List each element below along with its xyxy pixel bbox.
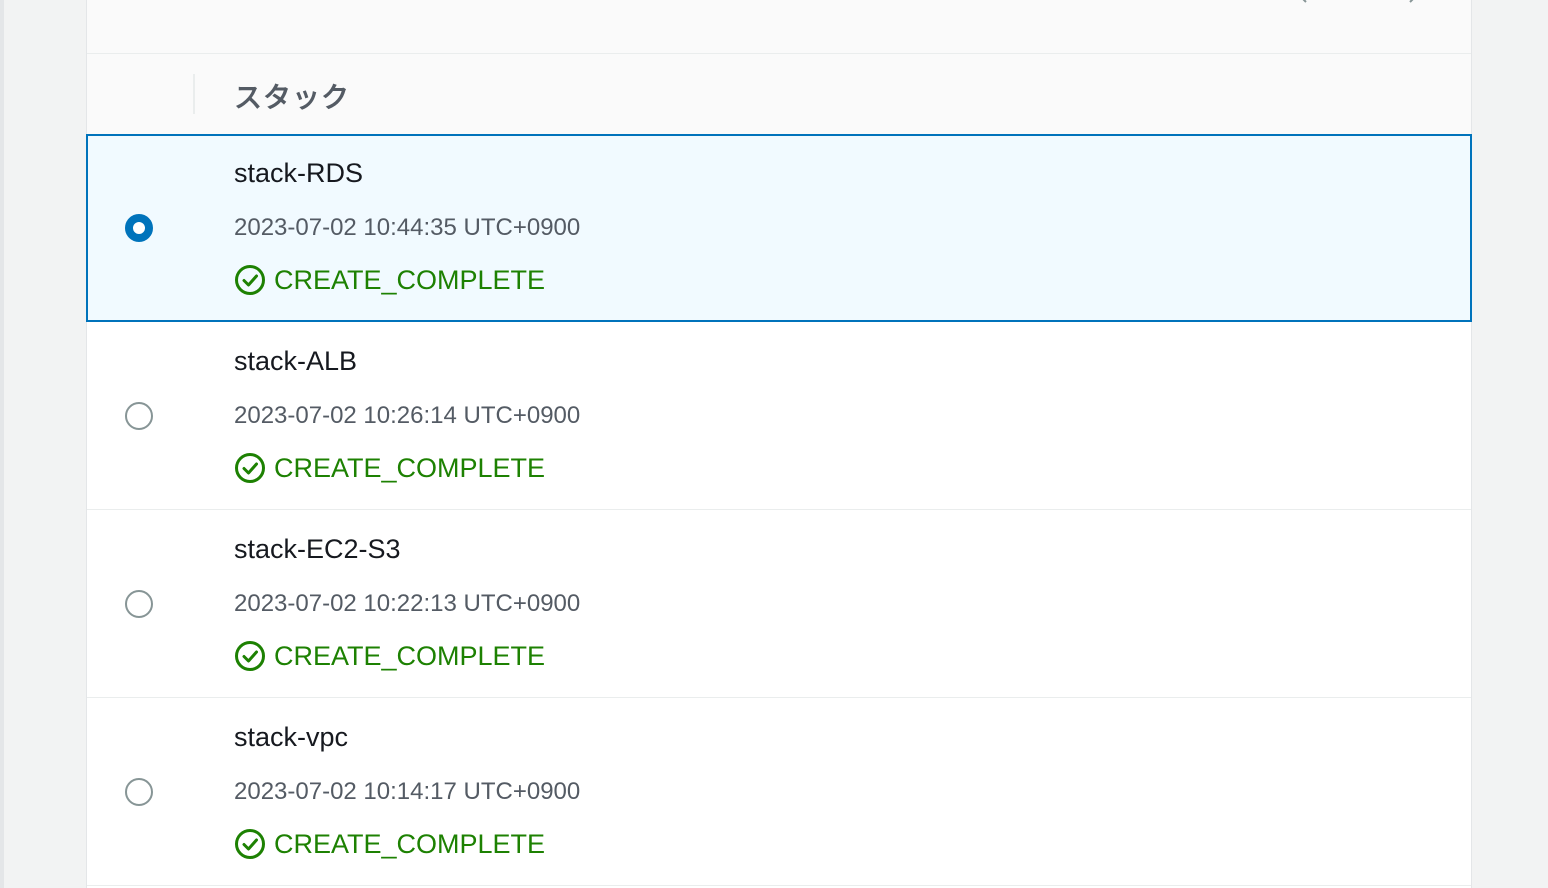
table-row[interactable]: stack-EC2-S3 2023-07-02 10:22:13 UTC+090… [87,510,1471,698]
table-header: スタック [87,54,1471,134]
status-text: CREATE_COMPLETE [274,264,546,295]
check-circle-icon [234,640,266,672]
column-divider [193,74,195,114]
row-radio-button[interactable] [125,778,153,806]
status-text: CREATE_COMPLETE [274,452,546,483]
row-radio-button[interactable] [125,590,153,618]
stack-name: stack-ALB [234,346,358,376]
stack-name: stack-RDS [234,158,364,188]
row-radio-button[interactable] [125,214,153,242]
stack-name: stack-vpc [234,722,349,752]
status-indicator: CREATE_COMPLETE [234,264,545,296]
stack-created-time: 2023-07-02 10:44:35 UTC+0900 [234,214,581,241]
status-indicator: CREATE_COMPLETE [234,828,545,860]
status-text: CREATE_COMPLETE [274,640,546,671]
check-circle-icon [234,452,266,484]
row-radio-button[interactable] [125,402,153,430]
stacks-panel: スタック stack-RDS 2023-07-02 10:44:35 UTC+0… [86,0,1472,888]
chevron-left-icon[interactable] [1295,0,1311,4]
stack-name: stack-EC2-S3 [234,534,401,564]
column-header-stack: スタック [234,82,351,113]
check-circle-icon [234,264,266,296]
table-row[interactable]: stack-vpc 2023-07-02 10:14:17 UTC+0900 C… [87,698,1471,886]
check-circle-icon [234,828,266,860]
status-indicator: CREATE_COMPLETE [234,640,545,672]
status-indicator: CREATE_COMPLETE [234,452,545,484]
table-toolbar [87,0,1471,54]
status-text: CREATE_COMPLETE [274,828,546,859]
stack-created-time: 2023-07-02 10:22:13 UTC+0900 [234,590,581,617]
stack-created-time: 2023-07-02 10:26:14 UTC+0900 [234,402,581,429]
table-row[interactable]: stack-ALB 2023-07-02 10:26:14 UTC+0900 C… [87,322,1471,510]
chevron-right-icon[interactable] [1405,0,1421,4]
table-row[interactable]: stack-RDS 2023-07-02 10:44:35 UTC+0900 C… [86,134,1472,322]
stack-created-time: 2023-07-02 10:14:17 UTC+0900 [234,778,581,805]
app-frame: スタック stack-RDS 2023-07-02 10:44:35 UTC+0… [0,0,1548,888]
